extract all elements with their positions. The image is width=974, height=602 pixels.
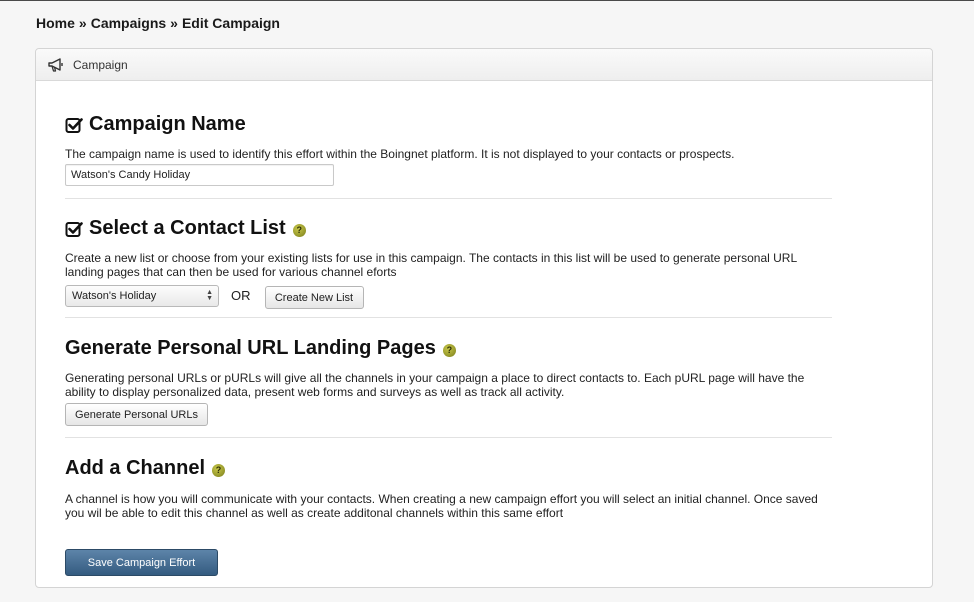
campaign-name-title-text: Campaign Name bbox=[89, 113, 246, 135]
panel-header: Campaign bbox=[36, 49, 932, 81]
channel-section: Add a Channel ? A channel is how you wil… bbox=[65, 457, 832, 520]
select-arrows-icon: ▲ ▼ bbox=[206, 288, 213, 302]
section-divider bbox=[65, 198, 832, 199]
create-new-list-button[interactable]: Create New List bbox=[264, 286, 364, 309]
generate-personal-urls-button[interactable]: Generate Personal URLs bbox=[65, 403, 208, 426]
checkbox-checked-icon bbox=[65, 221, 83, 237]
campaign-name-title: Campaign Name bbox=[65, 113, 832, 136]
panel-title: Campaign bbox=[73, 57, 128, 72]
contact-list-title-text: Select a Contact List bbox=[89, 217, 286, 239]
campaign-panel: Campaign Campaign Name The campaign name… bbox=[35, 48, 933, 588]
save-campaign-effort-button[interactable]: Save Campaign Effort bbox=[65, 549, 218, 576]
channel-title-text: Add a Channel bbox=[65, 457, 206, 479]
contact-list-title: Select a Contact List ? bbox=[65, 217, 832, 240]
checkbox-checked-icon bbox=[65, 117, 83, 133]
help-icon[interactable]: ? bbox=[292, 223, 306, 237]
window-top-border bbox=[0, 0, 974, 1]
breadcrumb-current: Edit Campaign bbox=[181, 15, 280, 31]
help-icon[interactable]: ? bbox=[212, 463, 226, 477]
section-divider bbox=[65, 437, 832, 438]
contact-list-section: Select a Contact List ? Create a new lis… bbox=[65, 217, 832, 309]
or-label: OR bbox=[231, 288, 251, 303]
breadcrumb: Home» Campaigns» Edit Campaign bbox=[36, 15, 280, 31]
channel-title: Add a Channel ? bbox=[65, 457, 832, 480]
contact-list-select[interactable]: Watson's Holiday ▲ ▼ bbox=[65, 284, 219, 307]
breadcrumb-separator: » bbox=[78, 15, 87, 31]
campaign-name-section: Campaign Name The campaign name is used … bbox=[65, 113, 832, 186]
breadcrumb-home[interactable]: Home bbox=[36, 15, 75, 31]
breadcrumb-campaigns[interactable]: Campaigns bbox=[91, 15, 166, 31]
help-icon[interactable]: ? bbox=[442, 343, 456, 357]
campaign-name-input[interactable] bbox=[65, 164, 334, 186]
purl-section: Generate Personal URL Landing Pages ? Ge… bbox=[65, 337, 832, 426]
purl-title-text: Generate Personal URL Landing Pages bbox=[65, 337, 436, 359]
megaphone-icon bbox=[48, 57, 63, 72]
contact-list-selected: Watson's Holiday bbox=[72, 289, 157, 302]
purl-description: Generating personal URLs or pURLs will g… bbox=[65, 371, 805, 399]
campaign-name-description: The campaign name is used to identify th… bbox=[65, 147, 735, 161]
contact-list-description: Create a new list or choose from your ex… bbox=[65, 251, 797, 279]
purl-title: Generate Personal URL Landing Pages ? bbox=[65, 337, 832, 360]
section-divider bbox=[65, 317, 832, 318]
channel-description: A channel is how you will communicate wi… bbox=[65, 492, 818, 520]
breadcrumb-separator: » bbox=[170, 15, 178, 31]
